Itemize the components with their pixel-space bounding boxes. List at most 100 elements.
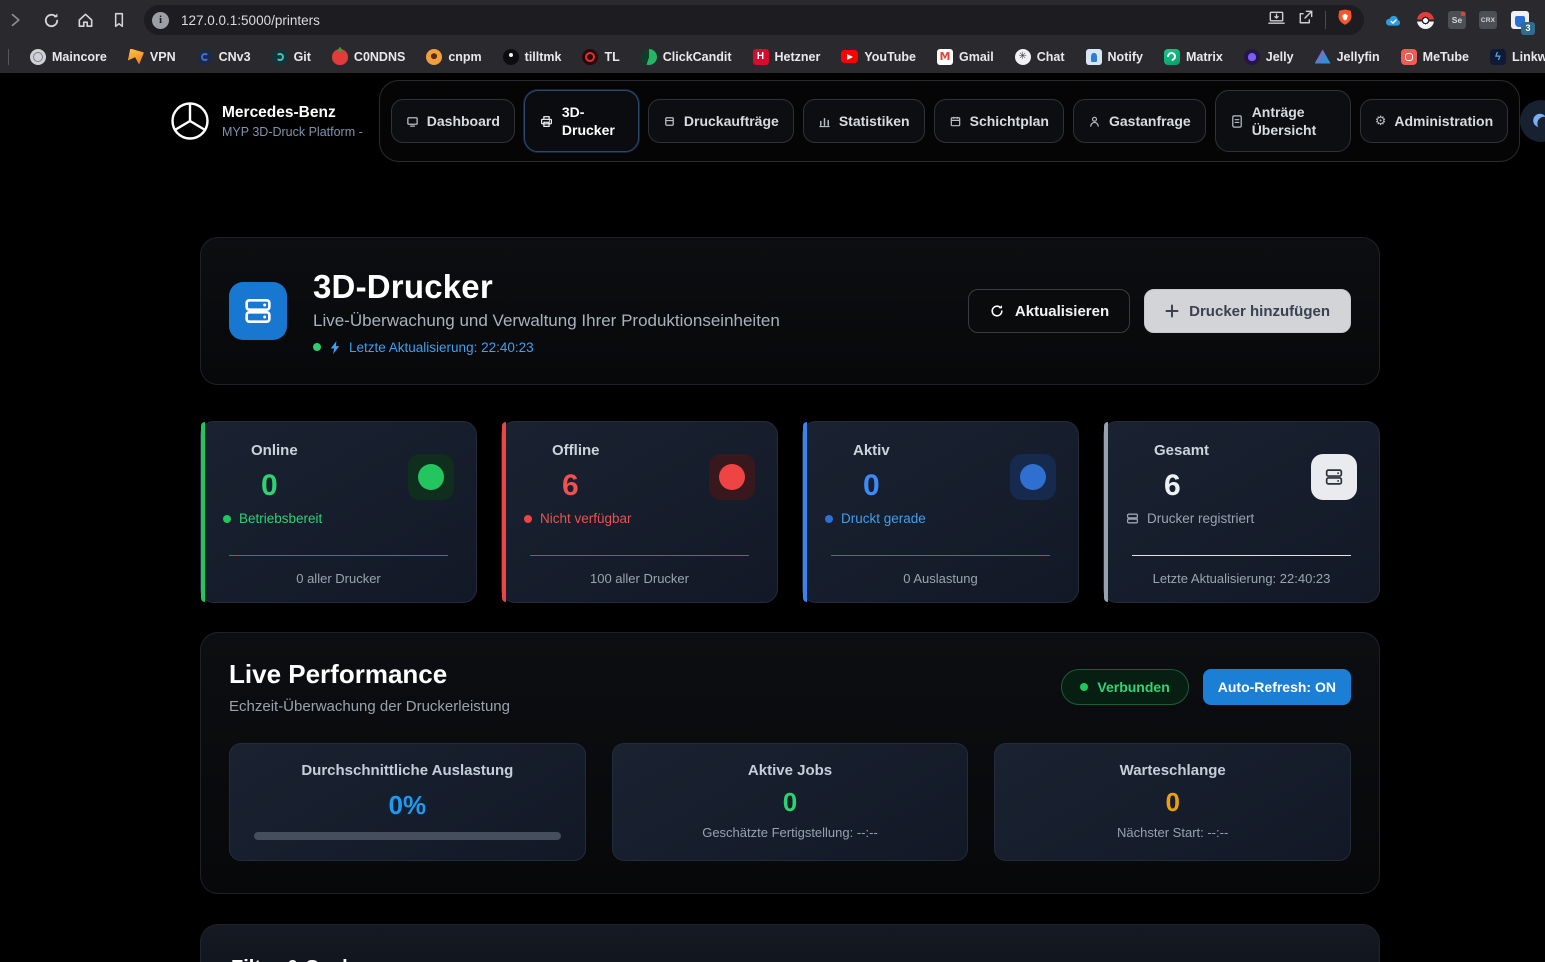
live-performance-subtitle: Echzeit-Überwachung der Druckerleistung bbox=[229, 698, 510, 715]
bookmark-matrix[interactable]: Matrix bbox=[1164, 49, 1223, 65]
brand-name: Mercedes-Benz bbox=[222, 104, 363, 122]
browser-chrome: i 127.0.0.1:5000/printers Se CRX 3 Mainc… bbox=[0, 0, 1545, 73]
home-icon bbox=[76, 11, 95, 30]
add-printer-button[interactable]: Drucker hinzufügen bbox=[1144, 289, 1351, 333]
stats-row: Online 0 Betriebsbereit 0 aller Drucker … bbox=[200, 421, 1380, 603]
stat-status-label: Drucker registriert bbox=[1147, 511, 1254, 526]
share-icon[interactable] bbox=[1296, 8, 1315, 32]
bookmark-tilltmk[interactable]: tilltmk bbox=[503, 49, 562, 65]
metric-value: 0 bbox=[783, 787, 797, 818]
server-icon bbox=[242, 295, 274, 327]
bookmark-jellyfin[interactable]: Jellyfin bbox=[1315, 49, 1380, 65]
online-status-icon bbox=[408, 454, 454, 500]
youtube-favicon bbox=[841, 50, 858, 63]
wallet-extension-icon[interactable]: 3 bbox=[1510, 11, 1529, 30]
tab-3d-drucker[interactable]: 3D-Drucker bbox=[524, 90, 639, 152]
printer-icon bbox=[539, 114, 554, 129]
last-update-text: Letzte Aktualisierung: 22:40:23 bbox=[349, 340, 534, 355]
bookmark-c0ndns[interactable]: C0NDNS bbox=[332, 49, 405, 65]
auto-refresh-toggle[interactable]: Auto-Refresh: ON bbox=[1203, 669, 1351, 705]
forward-button[interactable] bbox=[2, 5, 32, 35]
crx-extension-icon[interactable]: CRX bbox=[1479, 11, 1497, 29]
filter-search-title: Filter & Suche bbox=[231, 957, 1349, 962]
gear-icon: ⚙ bbox=[1375, 114, 1387, 129]
refresh-button[interactable]: Aktualisieren bbox=[968, 289, 1130, 333]
plus-icon bbox=[1165, 304, 1179, 318]
live-performance-card: Live Performance Echzeit-Überwachung der… bbox=[200, 632, 1380, 894]
refresh-icon bbox=[989, 303, 1005, 319]
bookmark-maincore[interactable]: Maincore bbox=[30, 49, 107, 65]
url-bar[interactable]: i 127.0.0.1:5000/printers bbox=[144, 5, 1364, 35]
bookmark-notify[interactable]: Notify bbox=[1086, 49, 1143, 65]
tab-druckauftraege[interactable]: Druckaufträge bbox=[648, 99, 794, 143]
stat-title: Gesamt bbox=[1154, 442, 1209, 459]
status-dot bbox=[1080, 683, 1088, 691]
theme-toggle[interactable] bbox=[1520, 100, 1545, 142]
tab-administration[interactable]: ⚙ Administration bbox=[1360, 99, 1508, 143]
stat-title: Online bbox=[251, 442, 298, 459]
bookmark-metube[interactable]: MeTube bbox=[1401, 49, 1469, 65]
offline-status-icon bbox=[709, 454, 755, 500]
site-info-icon[interactable]: i bbox=[152, 12, 169, 29]
metube-favicon bbox=[1401, 49, 1417, 65]
tab-antraege-uebersicht[interactable]: Anträge Übersicht bbox=[1215, 90, 1351, 152]
bookmark-tl[interactable]: TL bbox=[582, 49, 619, 65]
cloud-extension-icon[interactable] bbox=[1384, 11, 1403, 30]
header-controls bbox=[1520, 100, 1545, 142]
stat-status-label: Druckt gerade bbox=[841, 511, 926, 526]
chat-favicon: ✳ bbox=[1015, 49, 1031, 65]
bookmark-hetzner[interactable]: HHetzner bbox=[753, 49, 821, 65]
page-title-card: 3D-Drucker Live-Überwachung und Verwaltu… bbox=[200, 237, 1380, 385]
bookmark-cnpm[interactable]: cnpm bbox=[426, 49, 481, 65]
page-subtitle: Live-Überwachung und Verwaltung Ihrer Pr… bbox=[313, 311, 780, 331]
save-to-device-icon[interactable] bbox=[1267, 8, 1286, 32]
bookmark-jelly[interactable]: Jelly bbox=[1244, 49, 1294, 65]
stat-card-online: Online 0 Betriebsbereit 0 aller Drucker bbox=[200, 421, 477, 603]
bookmark-linkwarden[interactable]: ϟLinkwarden bbox=[1490, 49, 1545, 65]
tab-dashboard[interactable]: Dashboard bbox=[391, 99, 515, 143]
gmail-favicon: M bbox=[937, 49, 953, 65]
metric-value: 0% bbox=[389, 790, 427, 821]
pokeball-extension-icon[interactable] bbox=[1416, 11, 1435, 30]
bookmark-vpn[interactable]: VPN bbox=[128, 49, 176, 65]
status-dot bbox=[825, 515, 833, 523]
server-icon bbox=[1323, 466, 1345, 488]
url-text: 127.0.0.1:5000/printers bbox=[181, 13, 1267, 28]
stat-value: 6 bbox=[562, 469, 600, 503]
brave-shields-icon[interactable] bbox=[1336, 8, 1354, 33]
bookmark-gmail[interactable]: MGmail bbox=[937, 49, 994, 65]
bookmark-git[interactable]: Git bbox=[272, 49, 311, 65]
app-header: Mercedes-Benz MYP 3D-Druck Platform - Da… bbox=[0, 73, 1545, 169]
bookmark-cnv3[interactable]: CNv3 bbox=[197, 49, 251, 65]
printer-tile-icon bbox=[229, 282, 287, 340]
tilltmk-favicon bbox=[503, 49, 519, 65]
brand[interactable]: Mercedes-Benz MYP 3D-Druck Platform - bbox=[170, 101, 363, 141]
tab-statistiken[interactable]: Statistiken bbox=[803, 99, 925, 143]
bookmark-youtube[interactable]: YouTube bbox=[841, 50, 916, 64]
stat-value: 0 bbox=[863, 469, 890, 503]
bookmark-chat[interactable]: ✳Chat bbox=[1015, 49, 1065, 65]
matrix-favicon bbox=[1164, 49, 1180, 65]
home-button[interactable] bbox=[70, 5, 100, 35]
selenium-extension-icon[interactable]: Se bbox=[1448, 11, 1466, 29]
stat-value: 0 bbox=[261, 469, 298, 503]
statistics-icon bbox=[818, 115, 831, 128]
stat-card-aktiv: Aktiv 0 Druckt gerade 0 Auslastung bbox=[802, 421, 1079, 603]
divider bbox=[8, 49, 9, 65]
metric-title: Durchschnittliche Auslastung bbox=[301, 762, 513, 779]
total-printers-icon bbox=[1311, 454, 1357, 500]
connection-status-badge: Verbunden bbox=[1061, 669, 1188, 705]
tab-gastanfrage[interactable]: Gastanfrage bbox=[1073, 99, 1206, 143]
divider bbox=[530, 555, 749, 556]
dashboard-icon bbox=[406, 115, 419, 128]
bookmark-button[interactable] bbox=[104, 5, 134, 35]
reload-button[interactable] bbox=[36, 5, 66, 35]
extension-badge: 3 bbox=[1521, 22, 1535, 35]
metric-title: Aktive Jobs bbox=[748, 762, 832, 779]
guest-icon bbox=[1088, 115, 1101, 128]
browser-toolbar: i 127.0.0.1:5000/printers Se CRX 3 bbox=[0, 0, 1545, 40]
bookmark-clickcandit[interactable]: ClickCandit bbox=[641, 49, 732, 65]
tab-schichtplan[interactable]: Schichtplan bbox=[934, 99, 1064, 143]
git-favicon bbox=[272, 49, 288, 65]
mercedes-logo-icon bbox=[170, 101, 210, 141]
